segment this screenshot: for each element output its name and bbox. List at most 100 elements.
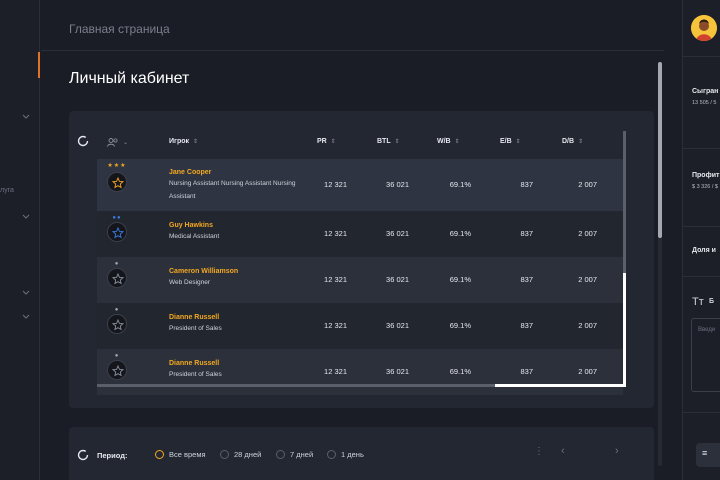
player-name[interactable]: Cameron Williamson: [169, 268, 238, 275]
rank-stars: ●: [114, 261, 120, 267]
profit-value: $ 3 326 / $: [692, 184, 718, 190]
comment-textarea[interactable]: Введи: [691, 318, 720, 392]
cell-db: 2 007: [578, 275, 597, 284]
cell-eb: 837: [520, 367, 533, 376]
column-header-eb[interactable]: E/B ⇕: [500, 138, 521, 145]
player-name[interactable]: Dianne Russell: [169, 314, 219, 321]
chevron-right-icon[interactable]: ›: [615, 445, 619, 457]
cell-btl: 36 021: [386, 321, 409, 330]
player-role: Web Designer: [169, 279, 211, 286]
sort-icon: ⇕: [454, 139, 460, 145]
column-header-pr[interactable]: PR ⇕: [317, 138, 336, 145]
header-divider: [41, 50, 664, 51]
rank-badge-icon: [107, 268, 127, 288]
page-scrollbar[interactable]: [658, 62, 662, 466]
left-sidebar: луга: [0, 0, 40, 480]
cell-db: 2 007: [578, 180, 597, 189]
player-name[interactable]: Dianne Russell: [169, 360, 219, 367]
menu-icon: ≡: [702, 448, 708, 458]
users-filter[interactable]: ⌄: [107, 138, 128, 147]
chevron-down-icon[interactable]: [22, 113, 30, 121]
panel-divider: [683, 276, 720, 277]
share-title: Доля и: [692, 247, 716, 254]
chevron-down-icon[interactable]: [22, 289, 30, 297]
rank-badge-icon: [107, 172, 127, 192]
rank-stars: ★★★: [107, 163, 127, 169]
player-role: President of Sales: [169, 371, 222, 378]
cell-pr: 12 321: [324, 275, 347, 284]
collapse-toggle-icon[interactable]: [77, 135, 89, 147]
right-panel: Сыгран 13 505 / 5 Профит $ 3 326 / $ Дол…: [682, 0, 720, 480]
cell-eb: 837: [520, 180, 533, 189]
chevron-down-icon[interactable]: [22, 313, 30, 321]
table-vertical-scrollbar[interactable]: [623, 131, 626, 385]
player-role: Nursing Assistant Nursing Assistant Nurs…: [169, 180, 296, 200]
cell-db: 2 007: [578, 367, 597, 376]
sort-icon: ⇕: [515, 139, 521, 145]
collapse-toggle-icon[interactable]: [77, 449, 89, 461]
sidebar-label-fragment[interactable]: луга: [0, 187, 14, 194]
player-name[interactable]: Jane Cooper: [169, 169, 211, 176]
table-row[interactable]: ● Dianne Russell President of Sales 12 321 3…: [97, 349, 623, 395]
table-row[interactable]: ★★★ Jane Cooper Nursing Assistant Nursing …: [97, 159, 623, 211]
cell-btl: 36 021: [386, 229, 409, 238]
cell-eb: 837: [520, 275, 533, 284]
textarea-placeholder: Введи: [698, 327, 716, 333]
page-title: Личный кабинет: [69, 70, 190, 87]
more-vertical-icon[interactable]: ⋮: [534, 446, 544, 457]
chevron-down-icon[interactable]: [22, 213, 30, 221]
period-option-all[interactable]: Все время: [155, 450, 206, 459]
table-horizontal-scrollbar[interactable]: [97, 384, 626, 387]
rank-stars: ●: [114, 307, 120, 313]
breadcrumb[interactable]: Главная страница: [69, 22, 170, 36]
column-header-wb[interactable]: W/B ⇕: [437, 138, 460, 145]
avatar[interactable]: [691, 15, 717, 41]
player-role: President of Sales: [169, 325, 222, 332]
cell-wb: 69.1%: [449, 275, 471, 284]
rank-badge-icon: [107, 360, 127, 380]
cell-btl: 36 021: [386, 180, 409, 189]
player-name[interactable]: Guy Hawkins: [169, 222, 213, 229]
cell-btl: 36 021: [386, 275, 409, 284]
table-row[interactable]: ● Dianne Russell President of Sales 12 321 3…: [97, 303, 623, 349]
radio-icon: [327, 450, 336, 459]
chevron-left-icon[interactable]: ‹: [561, 445, 565, 457]
table-row[interactable]: ●● Guy Hawkins Medical Assistant 12 321 36 0…: [97, 211, 623, 257]
sort-icon: ⇕: [394, 139, 400, 145]
user-avatar-icon: [691, 15, 717, 41]
text-format-icon[interactable]: Tт: [692, 296, 704, 308]
cell-pr: 12 321: [324, 321, 347, 330]
cell-eb: 837: [520, 321, 533, 330]
rank-badge-icon: [107, 222, 127, 242]
cell-db: 2 007: [578, 229, 597, 238]
panel-divider: [683, 226, 720, 227]
chevron-down-icon: ⌄: [123, 140, 129, 147]
rank-badge-icon: [107, 314, 127, 334]
cell-pr: 12 321: [324, 180, 347, 189]
period-option-1d[interactable]: 1 день: [327, 450, 364, 459]
table-row[interactable]: ● Cameron Williamson Web Designer 12 321 36 …: [97, 257, 623, 303]
main-content: Главная страница Личный кабинет ⌄ Игрок ⇕…: [41, 0, 682, 480]
period-option-7d[interactable]: 7 дней: [276, 450, 313, 459]
player-role: Medical Assistant: [169, 233, 220, 240]
sort-icon: ⇕: [330, 139, 336, 145]
cell-pr: 12 321: [324, 367, 347, 376]
profit-title: Профит: [692, 172, 720, 179]
column-header-player[interactable]: Игрок ⇕: [169, 138, 198, 145]
panel-menu-button[interactable]: ≡: [696, 443, 720, 467]
bold-format-icon[interactable]: Б: [709, 298, 714, 305]
column-header-btl[interactable]: BTL ⇕: [377, 138, 400, 145]
cell-eb: 837: [520, 229, 533, 238]
played-title: Сыгран: [692, 88, 719, 95]
played-value: 13 505 / 5: [692, 100, 717, 106]
period-option-28d[interactable]: 28 дней: [220, 450, 261, 459]
cell-pr: 12 321: [324, 229, 347, 238]
radio-icon: [155, 450, 164, 459]
sort-icon: ⇕: [193, 139, 199, 145]
column-header-db[interactable]: D/B ⇕: [562, 138, 583, 145]
sidebar-active-indicator: [38, 52, 40, 78]
rank-stars: ●●: [112, 215, 122, 221]
period-label: Период:: [97, 451, 128, 460]
panel-divider: [683, 412, 720, 413]
radio-icon: [276, 450, 285, 459]
